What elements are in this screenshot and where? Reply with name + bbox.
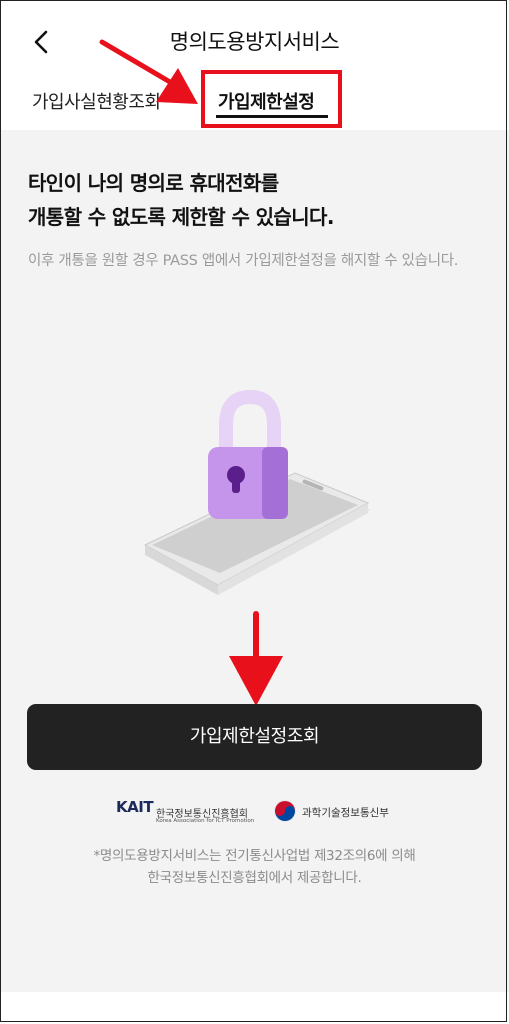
screenshot-frame — [0, 0, 507, 1022]
